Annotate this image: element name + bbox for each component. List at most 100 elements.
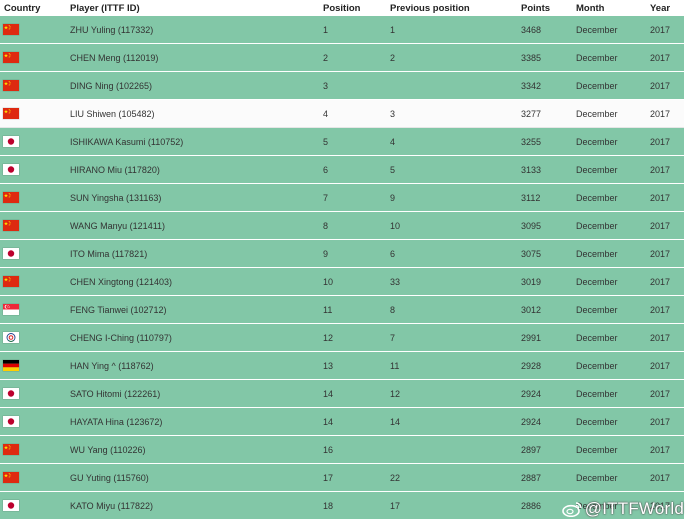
position-cell: 3 <box>323 72 390 100</box>
table-row[interactable]: SUN Yingsha (131163) 7 9 3112 December 2017 <box>0 184 684 212</box>
points-cell: 3112 <box>521 184 576 212</box>
previous-position-cell: 12 <box>390 380 521 408</box>
previous-position-cell: 9 <box>390 184 521 212</box>
player-cell: ISHIKAWA Kasumi (110752) <box>70 128 323 156</box>
previous-position-cell: 7 <box>390 324 521 352</box>
table-row[interactable]: ISHIKAWA Kasumi (110752) 5 4 3255 December 20… <box>0 128 684 156</box>
china-flag-icon <box>3 276 19 287</box>
table-row[interactable]: HAN Ying ^ (118762) 13 11 2928 December 2017 <box>0 352 684 380</box>
table-row[interactable]: WU Yang (110226) 16 2897 December 2017 <box>0 436 684 464</box>
header-previous-position[interactable]: Previous position <box>390 0 521 16</box>
table-row[interactable]: CHENG I-Ching (110797) 12 7 2991 December 201… <box>0 324 684 352</box>
month-cell: December <box>576 128 650 156</box>
china-flag-icon <box>3 52 19 63</box>
ranking-table: Country Player (ITTF ID) Position Previo… <box>0 0 684 520</box>
month-cell: December <box>576 408 650 436</box>
table-row[interactable]: HAYATA Hina (123672) 14 14 2924 December 2017 <box>0 408 684 436</box>
month-cell: December <box>576 352 650 380</box>
table-row[interactable]: HIRANO Miu (117820) 6 5 3133 December 2017 <box>0 156 684 184</box>
header-position[interactable]: Position <box>323 0 390 16</box>
year-cell: 2017 <box>650 296 684 324</box>
player-cell: GU Yuting (115760) <box>70 464 323 492</box>
position-cell: 9 <box>323 240 390 268</box>
previous-position-cell: 5 <box>390 156 521 184</box>
table-row[interactable]: DING Ning (102265) 3 3342 December 2017 <box>0 72 684 100</box>
player-cell: SATO Hitomi (122261) <box>70 380 323 408</box>
previous-position-cell: 4 <box>390 128 521 156</box>
china-flag-icon <box>3 80 19 91</box>
flag-cell <box>0 324 70 352</box>
table-row[interactable]: LIU Shiwen (105482) 4 3 3277 December 2017 <box>0 100 684 128</box>
previous-position-cell: 2 <box>390 44 521 72</box>
table-row[interactable]: GU Yuting (115760) 17 22 2887 December 2017 <box>0 464 684 492</box>
player-cell: DING Ning (102265) <box>70 72 323 100</box>
table-row[interactable]: CHEN Xingtong (121403) 10 33 3019 December 20… <box>0 268 684 296</box>
singapore-flag-icon <box>3 304 19 315</box>
month-cell: December <box>576 296 650 324</box>
player-cell: LIU Shiwen (105482) <box>70 100 323 128</box>
table-row[interactable]: FENG Tianwei (102712) 11 8 3012 December 2017 <box>0 296 684 324</box>
table-row[interactable]: WANG Manyu (121411) 8 10 3095 December 2017 <box>0 212 684 240</box>
header-month[interactable]: Month <box>576 0 650 16</box>
points-cell: 3012 <box>521 296 576 324</box>
table-row[interactable]: CHEN Meng (112019) 2 2 3385 December 2017 <box>0 44 684 72</box>
flag-cell <box>0 268 70 296</box>
japan-flag-icon <box>3 136 19 147</box>
header-year[interactable]: Year <box>650 0 684 16</box>
month-cell: December <box>576 324 650 352</box>
points-cell: 3385 <box>521 44 576 72</box>
year-cell: 2017 <box>650 436 684 464</box>
previous-position-cell: 14 <box>390 408 521 436</box>
points-cell: 3075 <box>521 240 576 268</box>
table-row[interactable]: ZHU Yuling (117332) 1 1 3468 December 2017 <box>0 16 684 44</box>
month-cell: December <box>576 156 650 184</box>
flag-cell <box>0 184 70 212</box>
japan-flag-icon <box>3 388 19 399</box>
previous-position-cell: 3 <box>390 100 521 128</box>
player-cell: WANG Manyu (121411) <box>70 212 323 240</box>
player-cell: CHENG I-Ching (110797) <box>70 324 323 352</box>
previous-position-cell: 11 <box>390 352 521 380</box>
position-cell: 4 <box>323 100 390 128</box>
china-flag-icon <box>3 472 19 483</box>
table-row[interactable]: ITO Mima (117821) 9 6 3075 December 2017 <box>0 240 684 268</box>
table-row[interactable]: SATO Hitomi (122261) 14 12 2924 December 2017 <box>0 380 684 408</box>
header-points[interactable]: Points <box>521 0 576 16</box>
flag-cell <box>0 212 70 240</box>
year-cell: 2017 <box>650 16 684 44</box>
points-cell: 2887 <box>521 464 576 492</box>
weibo-watermark: @ITTFWorld <box>561 499 684 519</box>
header-player[interactable]: Player (ITTF ID) <box>70 0 323 16</box>
position-cell: 5 <box>323 128 390 156</box>
flag-cell <box>0 492 70 520</box>
points-cell: 3019 <box>521 268 576 296</box>
header-row: Country Player (ITTF ID) Position Previo… <box>0 0 684 16</box>
points-cell: 2928 <box>521 352 576 380</box>
previous-position-cell <box>390 436 521 464</box>
player-cell: WU Yang (110226) <box>70 436 323 464</box>
year-cell: 2017 <box>650 72 684 100</box>
month-cell: December <box>576 184 650 212</box>
previous-position-cell: 8 <box>390 296 521 324</box>
previous-position-cell: 10 <box>390 212 521 240</box>
year-cell: 2017 <box>650 156 684 184</box>
header-country[interactable]: Country <box>0 0 70 16</box>
month-cell: December <box>576 100 650 128</box>
position-cell: 16 <box>323 436 390 464</box>
china-flag-icon <box>3 192 19 203</box>
points-cell: 3095 <box>521 212 576 240</box>
position-cell: 1 <box>323 16 390 44</box>
weibo-logo-icon <box>561 502 582 517</box>
year-cell: 2017 <box>650 408 684 436</box>
previous-position-cell: 33 <box>390 268 521 296</box>
watermark-text: @ITTFWorld <box>584 499 684 518</box>
position-cell: 12 <box>323 324 390 352</box>
china-flag-icon <box>3 220 19 231</box>
year-cell: 2017 <box>650 128 684 156</box>
position-cell: 10 <box>323 268 390 296</box>
player-cell: HIRANO Miu (117820) <box>70 156 323 184</box>
flag-cell <box>0 436 70 464</box>
month-cell: December <box>576 464 650 492</box>
points-cell: 3468 <box>521 16 576 44</box>
position-cell: 8 <box>323 212 390 240</box>
